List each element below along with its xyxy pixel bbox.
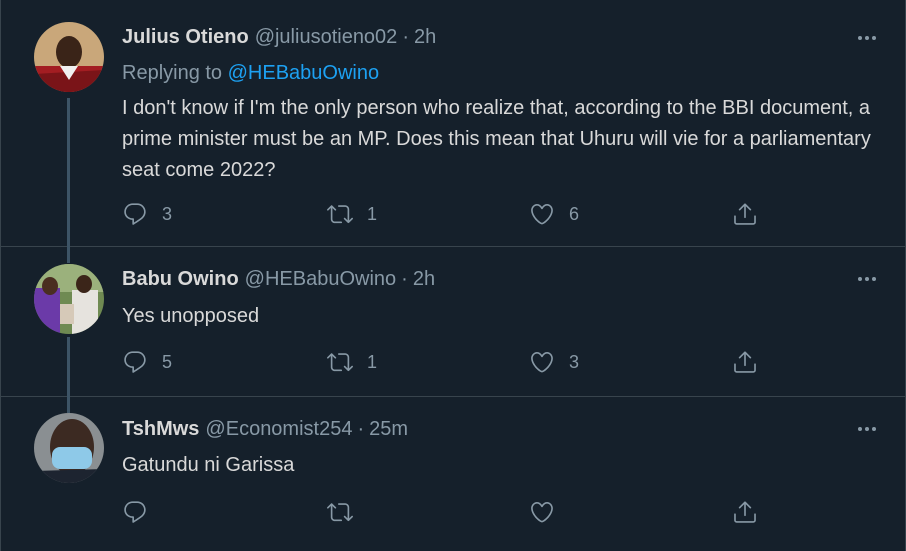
retweet-button[interactable] <box>327 499 353 525</box>
share-icon <box>734 501 756 523</box>
retweet-count: 1 <box>367 351 378 372</box>
mention-link[interactable]: @HEBabuOwino <box>228 62 379 84</box>
author-name[interactable]: Julius Otieno <box>122 26 249 49</box>
reply-count: 5 <box>162 351 173 372</box>
reply-icon <box>124 501 146 523</box>
like-count: 6 <box>569 203 580 224</box>
author-name[interactable]: Babu Owino <box>122 268 239 291</box>
timestamp[interactable]: 25m <box>369 418 408 441</box>
retweet-icon <box>327 503 353 522</box>
avatar[interactable] <box>34 413 104 483</box>
author-name[interactable]: TshMws <box>122 418 199 441</box>
share-button[interactable] <box>732 201 758 227</box>
tweet-text: Gatundu ni Garissa <box>122 454 295 476</box>
retweet-button[interactable]: 1 <box>327 201 377 227</box>
more-icon[interactable] <box>855 267 879 291</box>
reply-button[interactable]: 3 <box>122 201 172 227</box>
like-button[interactable]: 6 <box>529 201 579 227</box>
more-icon[interactable] <box>855 26 879 50</box>
tweet[interactable]: TshMws @Economist254 · 25m Gatundu ni Ga… <box>1 397 906 551</box>
retweet-icon <box>327 353 353 372</box>
tweet-text: I don't know if I'm the only person who … <box>122 97 871 181</box>
reply-icon <box>124 203 146 225</box>
timestamp[interactable]: 2h <box>413 268 435 291</box>
like-icon <box>531 351 553 373</box>
thread-connector <box>67 98 70 247</box>
share-icon <box>734 203 756 225</box>
like-button[interactable]: 3 <box>529 349 579 375</box>
thread-connector <box>67 397 70 413</box>
like-icon <box>531 203 553 225</box>
avatar[interactable] <box>34 264 104 334</box>
share-button[interactable] <box>732 499 758 525</box>
timestamp[interactable]: 2h <box>414 26 436 49</box>
tweet-text: Yes unopposed <box>122 305 260 327</box>
separator: · <box>357 418 365 440</box>
author-handle[interactable]: @Economist254 <box>205 418 352 441</box>
tweet-thread: Julius Otieno @juliusotieno02 · 2h Reply… <box>0 0 906 551</box>
retweet-button[interactable]: 1 <box>327 349 377 375</box>
retweet-icon <box>327 205 353 224</box>
tweet-header: Julius Otieno @juliusotieno02 · 2h <box>122 26 436 50</box>
more-icon[interactable] <box>855 417 879 441</box>
retweet-count: 1 <box>367 203 378 224</box>
tweet[interactable]: Julius Otieno @juliusotieno02 · 2h Reply… <box>1 0 906 247</box>
share-icon <box>734 351 756 373</box>
reply-icon <box>124 351 146 373</box>
tweet[interactable]: Babu Owino @HEBabuOwino · 2h Yes unoppos… <box>1 247 906 397</box>
tweet-actions: 3 1 6 <box>122 201 762 227</box>
avatar[interactable] <box>34 22 104 92</box>
separator: · <box>402 26 409 48</box>
thread-connector <box>67 337 70 397</box>
author-handle[interactable]: @juliusotieno02 <box>255 26 398 49</box>
tweet-actions <box>122 499 762 525</box>
reply-count: 3 <box>162 203 173 224</box>
thread-connector <box>67 247 70 263</box>
author-handle[interactable]: @HEBabuOwino <box>245 268 396 291</box>
tweet-actions: 5 1 3 <box>122 349 762 375</box>
replying-label: Replying to <box>122 62 223 84</box>
reply-button[interactable] <box>122 499 148 525</box>
replying-to: Replying to @HEBabuOwino <box>122 62 379 85</box>
share-button[interactable] <box>732 349 758 375</box>
like-button[interactable] <box>529 499 555 525</box>
tweet-header: Babu Owino @HEBabuOwino · 2h <box>122 268 435 292</box>
reply-button[interactable]: 5 <box>122 349 172 375</box>
separator: · <box>401 268 408 290</box>
tweet-header: TshMws @Economist254 · 25m <box>122 418 408 442</box>
like-count: 3 <box>569 351 580 372</box>
like-icon <box>531 501 553 523</box>
